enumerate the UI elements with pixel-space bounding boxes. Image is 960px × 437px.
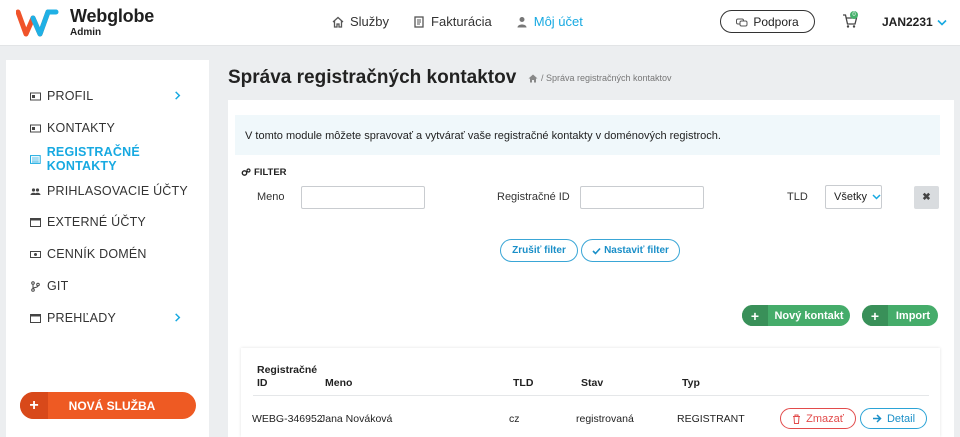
support-label: Podpora <box>753 14 799 29</box>
id-card-icon <box>30 92 41 100</box>
cancel-filter-label: Zrušiť filter <box>512 245 566 256</box>
brand-name: Webglobe <box>70 5 155 26</box>
column-header-type: Typ <box>682 377 700 389</box>
new-contact-button[interactable]: + Nový kontakt <box>742 305 850 326</box>
delete-button[interactable]: Zmazať <box>780 408 856 429</box>
sidebar: PROFIL KONTAKTY REGISTRAČNÉ KONTAKTY PRI… <box>6 60 209 437</box>
filter-title-label: FILTER <box>254 167 287 178</box>
detail-button[interactable]: Detail <box>860 408 927 429</box>
chevron-right-icon <box>175 313 181 322</box>
cancel-filter-button[interactable]: Zrušiť filter <box>500 239 578 262</box>
regid-label: Registračné ID <box>497 191 570 203</box>
new-contact-label: Nový kontakt <box>774 309 844 322</box>
chevron-down-icon <box>937 19 947 26</box>
new-service-button[interactable]: + NOVÁ SLUŽBA <box>20 392 196 419</box>
cell-type: REGISTRANT <box>677 413 745 425</box>
sidebar-item-git[interactable]: GIT <box>6 274 209 298</box>
nav-services-label: Služby <box>350 14 390 29</box>
column-header-name: Meno <box>325 377 353 389</box>
chevron-down-icon <box>872 194 881 200</box>
cell-state: registrovaná <box>576 413 634 425</box>
cart-badge: 0 <box>850 11 858 19</box>
home-icon[interactable] <box>528 74 538 83</box>
top-header: Webglobe Admin Služby Fakturácia Môj úče… <box>0 0 960 46</box>
name-label: Meno <box>257 191 285 203</box>
cell-tld: cz <box>509 413 520 425</box>
apply-filter-button[interactable]: Nastaviť filter <box>581 239 680 262</box>
git-branch-icon <box>31 280 40 292</box>
trash-icon <box>793 414 801 424</box>
cell-regid: WEBG-346952 <box>252 413 323 425</box>
plus-icon: + <box>20 392 48 419</box>
sidebar-item-registration-contacts[interactable]: REGISTRAČNÉ KONTAKTY <box>6 145 209 173</box>
invoice-icon <box>414 15 424 28</box>
breadcrumb-current: / Správa registračných kontaktov <box>541 73 672 83</box>
webglobe-logo-icon <box>16 9 59 37</box>
sidebar-item-label: PROFIL <box>47 89 94 103</box>
detail-label: Detail <box>886 412 916 425</box>
header-divider <box>253 395 929 396</box>
tld-selected-value: Všetky <box>834 191 868 203</box>
info-box: V tomto module môžete spravovať a vytvár… <box>235 115 940 155</box>
new-service-label: NOVÁ SLUŽBA <box>68 398 156 413</box>
sidebar-item-contacts[interactable]: KONTAKTY <box>6 116 209 140</box>
delete-label: Zmazať <box>806 412 844 425</box>
nav-my-account-label: Môj účet <box>533 14 583 29</box>
breadcrumb: / Správa registračných kontaktov <box>528 73 672 83</box>
contacts-table: Registračné ID Meno TLD Stav Typ WEBG-34… <box>241 348 940 437</box>
sidebar-item-label: GIT <box>47 279 69 293</box>
sidebar-item-label: EXTERNÉ ÚČTY <box>47 215 146 229</box>
sidebar-item-label: KONTAKTY <box>47 121 116 135</box>
user-icon <box>517 16 527 27</box>
sidebar-item-label: REGISTRAČNÉ KONTAKTY <box>46 145 140 173</box>
sidebar-item-profile[interactable]: PROFIL <box>6 84 209 108</box>
plus-icon: + <box>862 305 888 326</box>
import-label: Import <box>895 309 931 322</box>
column-header-tld: TLD <box>513 377 534 389</box>
regid-input[interactable] <box>580 186 704 209</box>
plus-icon: + <box>742 305 768 326</box>
logo[interactable]: Webglobe Admin <box>16 6 154 38</box>
nav-billing[interactable]: Fakturácia <box>413 14 492 29</box>
cell-name: Jana Nováková <box>320 413 393 425</box>
brand-sub: Admin <box>70 26 102 38</box>
column-header-state: Stav <box>581 377 604 389</box>
filter-title: FILTER <box>241 167 287 178</box>
home-icon <box>332 16 344 28</box>
sidebar-item-label: PRIHLASOVACIE ÚČTY <box>47 184 188 198</box>
column-header-regid: Registračné ID <box>257 364 318 389</box>
cogs-icon <box>241 168 251 176</box>
name-input[interactable] <box>301 186 425 209</box>
support-icon <box>736 18 748 26</box>
window-icon <box>30 217 41 227</box>
sidebar-item-label: PREHĽADY <box>47 311 116 325</box>
list-icon <box>30 154 41 164</box>
users-icon <box>30 187 41 195</box>
nav-my-account[interactable]: Môj účet <box>516 14 583 29</box>
user-menu[interactable]: JAN2231 <box>882 15 947 29</box>
sidebar-item-login-accounts[interactable]: PRIHLASOVACIE ÚČTY <box>6 179 209 203</box>
sidebar-item-label: CENNÍK DOMÉN <box>47 247 147 261</box>
tld-select[interactable]: Všetky <box>825 185 882 209</box>
arrow-right-icon <box>872 414 882 423</box>
page-title: Správa registračných kontaktov <box>228 67 517 88</box>
money-icon <box>30 250 41 258</box>
username: JAN2231 <box>882 15 933 29</box>
sidebar-item-domain-prices[interactable]: CENNÍK DOMÉN <box>6 242 209 266</box>
import-button[interactable]: + Import <box>862 305 938 326</box>
check-icon <box>592 247 601 255</box>
chevron-right-icon <box>175 91 181 100</box>
tld-label: TLD <box>787 191 808 203</box>
reports-icon <box>30 313 41 323</box>
id-card-icon <box>30 124 41 132</box>
sidebar-item-external-accounts[interactable]: EXTERNÉ ÚČTY <box>6 210 209 234</box>
nav-services[interactable]: Služby <box>332 14 389 29</box>
sidebar-item-overviews[interactable]: PREHĽADY <box>6 306 209 330</box>
support-button[interactable]: Podpora <box>720 10 815 33</box>
apply-filter-label: Nastaviť filter <box>604 245 669 256</box>
clear-filter-icon[interactable]: ✖ <box>914 186 939 209</box>
main-nav: Služby Fakturácia Môj účet <box>332 14 583 29</box>
nav-billing-label: Fakturácia <box>431 14 492 29</box>
